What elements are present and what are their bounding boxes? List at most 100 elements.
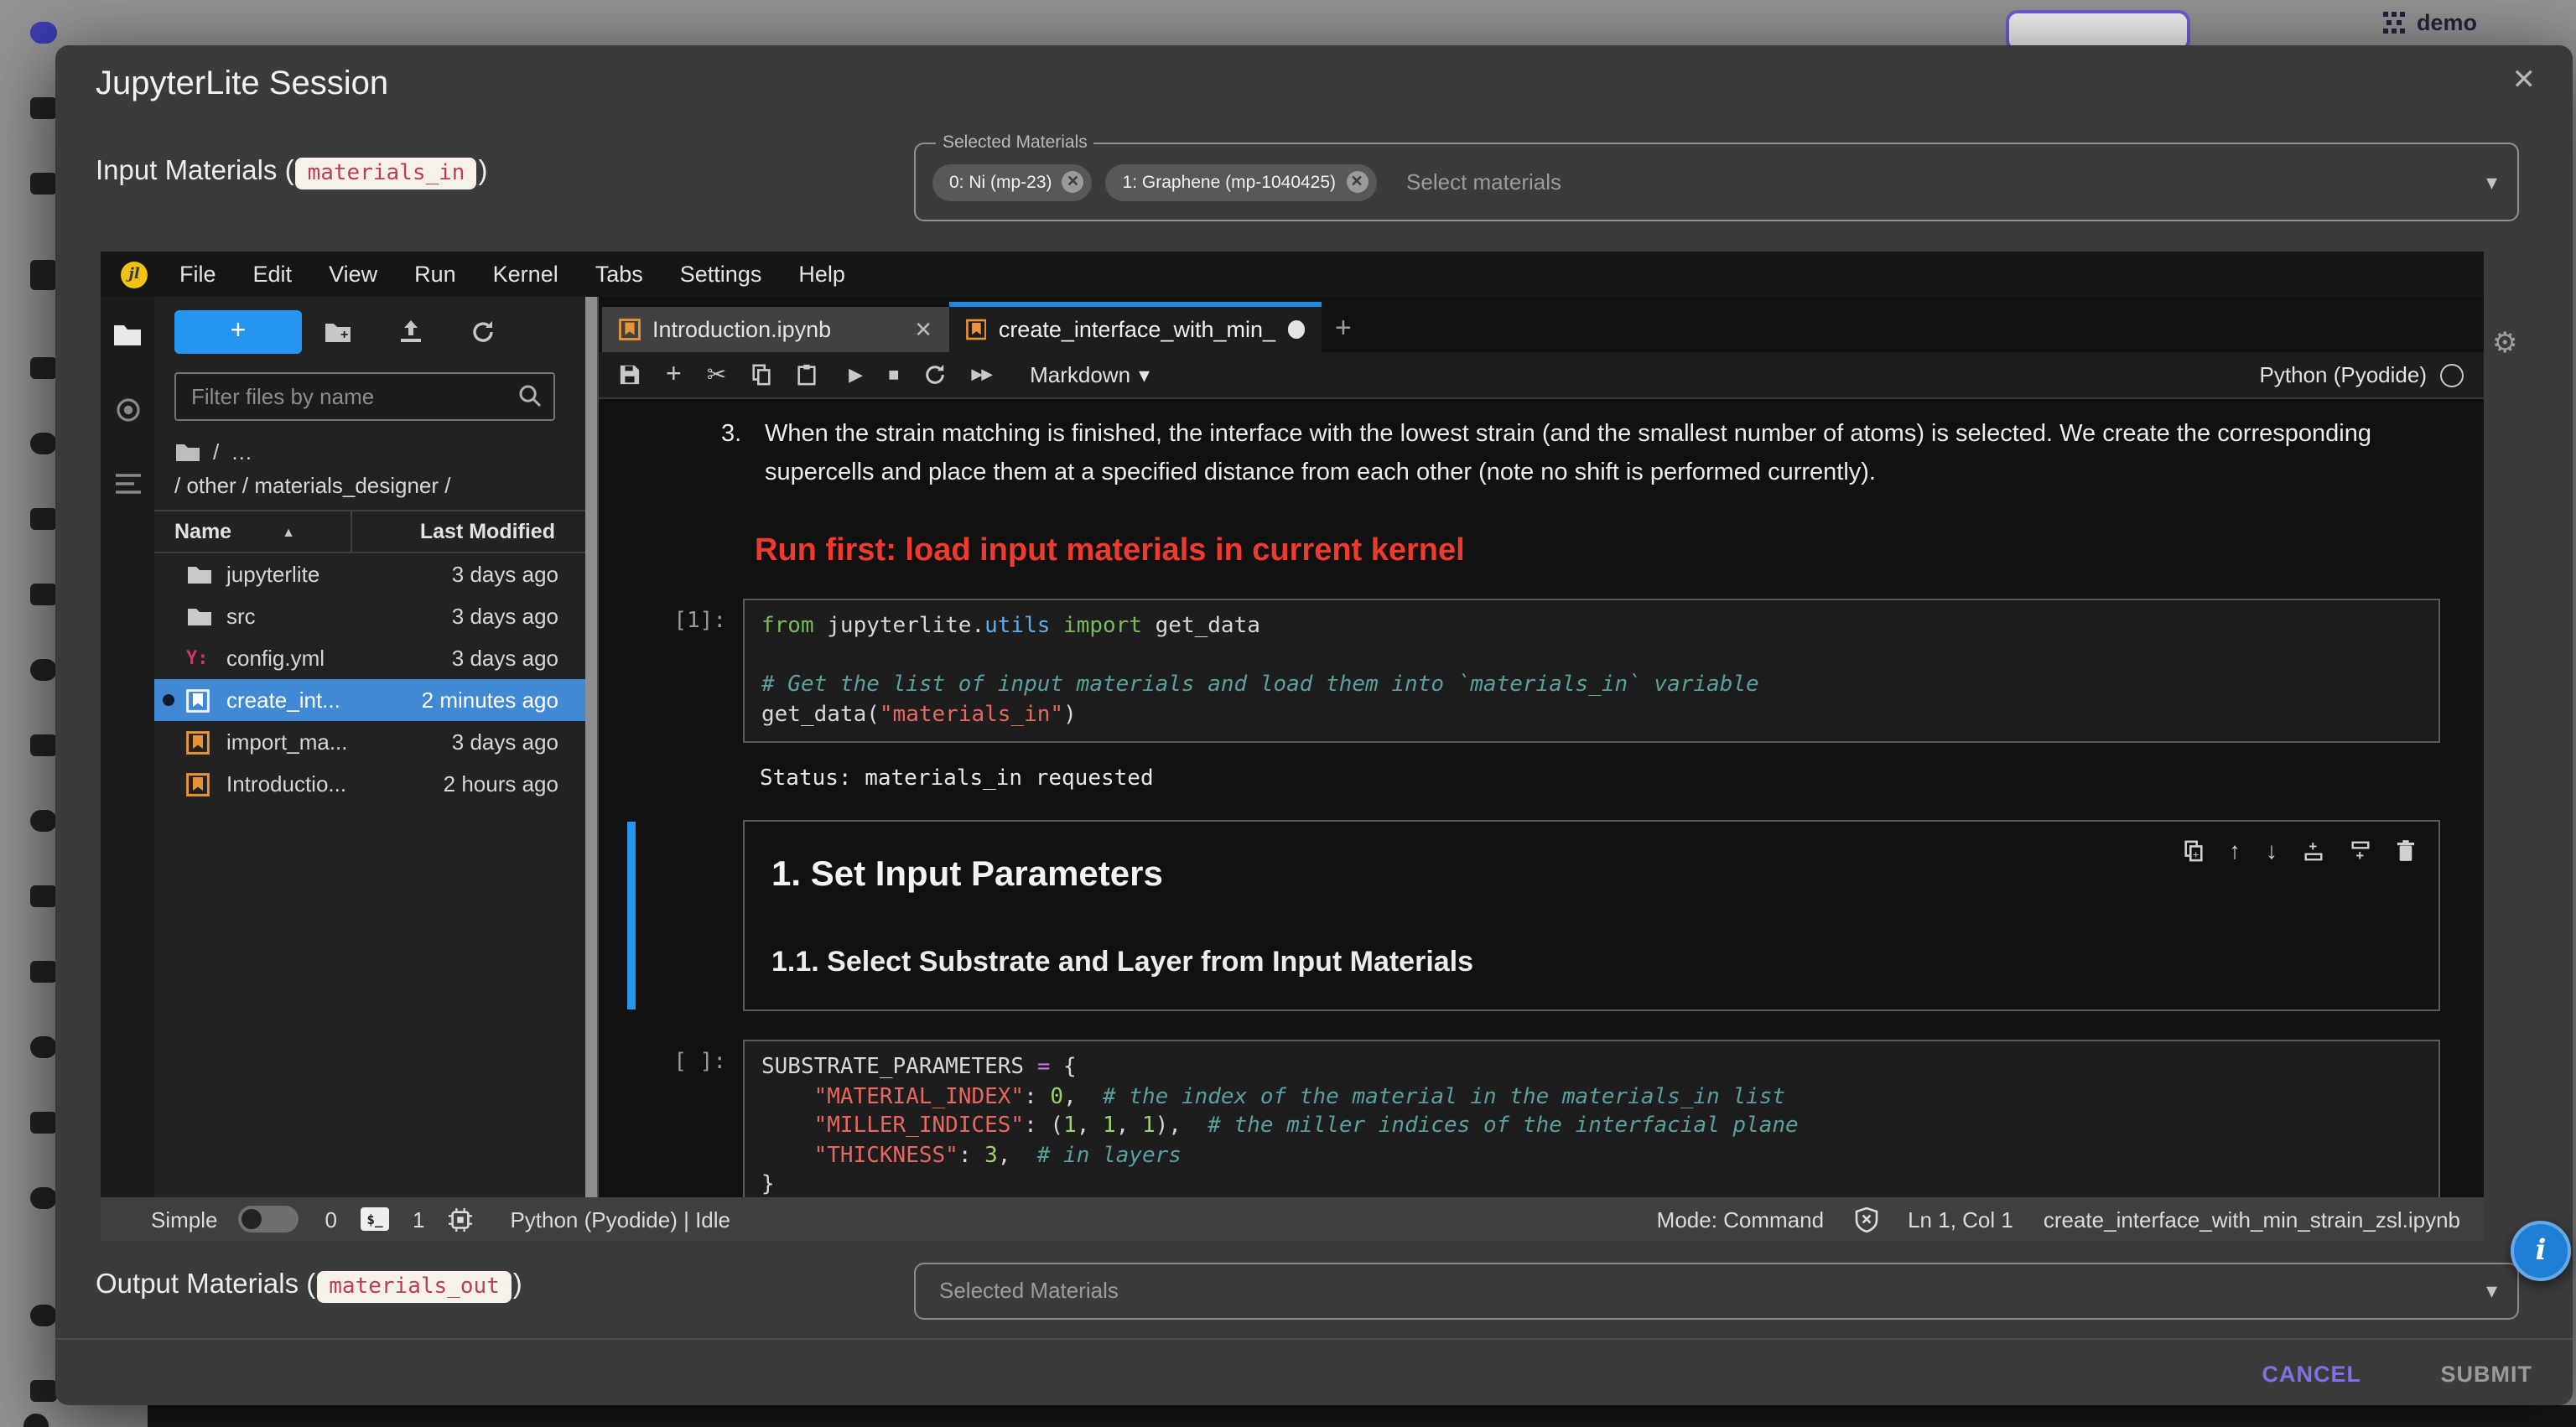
selected-materials-field[interactable]: Selected Materials 0: Ni (mp-23) ✕ 1: Gr… (914, 143, 2519, 221)
filter-files-input[interactable] (176, 374, 553, 419)
restart-kernel-icon[interactable] (924, 364, 946, 386)
cell-selection-bar[interactable] (627, 822, 636, 1009)
tab-bar: Introduction.ipynb ✕ create_interface_wi… (599, 297, 2484, 352)
menu-item-settings[interactable]: Settings (662, 262, 781, 287)
code-editor[interactable]: from jupyterlite.utils import get_data #… (743, 599, 2440, 743)
notebook-toolbar: + ✂ ▶ ■ ▶▶ Markdown ▾ (599, 352, 2484, 399)
notebook-file-icon (186, 688, 213, 712)
run-cell-icon[interactable]: ▶ (849, 364, 863, 386)
app-rail-icon (30, 22, 57, 44)
refresh-icon[interactable] (446, 320, 518, 344)
unsaved-dot-icon (163, 694, 174, 706)
paste-cells-icon[interactable] (797, 364, 817, 386)
kernel-name: Python (Pyodide) (2260, 362, 2427, 387)
section-heading-1: 1. Set Input Parameters (771, 855, 2412, 895)
breadcrumb-root[interactable]: / (213, 439, 219, 464)
menu-item-run[interactable]: Run (396, 262, 475, 287)
info-button[interactable]: i (2511, 1221, 2571, 1281)
stop-kernel-icon[interactable]: ■ (888, 365, 899, 385)
home-folder-icon[interactable] (174, 442, 201, 462)
kernel-chip-icon[interactable] (448, 1206, 473, 1232)
red-heading[interactable]: Run first: load input materials in curre… (755, 533, 2484, 570)
copy-cells-icon[interactable] (751, 364, 771, 386)
restart-run-all-icon[interactable]: ▶▶ (971, 366, 991, 384)
tab-label: create_interface_with_min_ (999, 317, 1275, 342)
file-name: config.yml (226, 646, 325, 671)
cancel-button[interactable]: CANCEL (2262, 1362, 2362, 1387)
file-row[interactable]: import_ma... 3 days ago (154, 721, 585, 763)
cursor-position[interactable]: Ln 1, Col 1 (1908, 1206, 2013, 1232)
menu-item-edit[interactable]: Edit (235, 262, 311, 287)
new-launcher-button[interactable]: + (174, 310, 302, 354)
move-cell-up-icon[interactable]: ↑ (2229, 837, 2241, 864)
new-tab-icon[interactable]: + (1322, 312, 1365, 352)
breadcrumb-ellipsis[interactable]: … (231, 439, 252, 464)
cell-type-dropdown[interactable]: Markdown ▾ (1030, 361, 1150, 388)
table-of-contents-icon[interactable] (115, 473, 140, 495)
tab-create-interface-active[interactable]: create_interface_with_min_ (949, 302, 1322, 352)
mode-indicator[interactable]: Mode: Command (1657, 1206, 1824, 1232)
section-heading-2: 1.1. Select Substrate and Layer from Inp… (771, 946, 2412, 979)
column-name[interactable]: Name (154, 520, 231, 543)
settings-gear-icon[interactable]: ⚙ (2492, 327, 2518, 361)
file-row[interactable]: jupyterlite 3 days ago (154, 553, 585, 595)
kernel-status-text[interactable]: Python (Pyodide) | Idle (510, 1206, 730, 1232)
selected-materials-chips: 0: Ni (mp-23) ✕ 1: Graphene (mp-1040425)… (932, 144, 1561, 220)
menu-item-tabs[interactable]: Tabs (577, 262, 662, 287)
statusbar-filename: create_interface_with_min_strain_zsl.ipy… (2044, 1206, 2460, 1232)
cell-prompt: [ ]: (599, 1040, 743, 1197)
menu-item-help[interactable]: Help (780, 262, 864, 287)
simple-mode-toggle[interactable] (238, 1206, 299, 1232)
filter-files-box[interactable] (174, 372, 555, 421)
insert-cell-above-icon[interactable]: + (2303, 839, 2324, 861)
cut-cells-icon[interactable]: ✂ (707, 361, 726, 389)
code-cell-1: [1]: from jupyterlite.utils import get_d… (599, 599, 2484, 743)
menu-item-view[interactable]: View (310, 262, 396, 287)
file-row[interactable]: Y: config.yml 3 days ago (154, 637, 585, 679)
output-materials-dropdown[interactable]: Selected Materials ▾ (914, 1263, 2519, 1320)
move-cell-down-icon[interactable]: ↓ (2266, 837, 2277, 864)
file-browser-icon[interactable] (112, 324, 143, 347)
tab-close-icon[interactable]: ✕ (914, 316, 932, 343)
file-browser-scrollbar[interactable] (585, 297, 597, 1197)
file-list-header: Name ▲ Last Modified (154, 510, 585, 553)
running-sessions-icon[interactable] (115, 397, 140, 423)
insert-cell-icon[interactable]: + (666, 360, 682, 390)
new-folder-icon[interactable]: + (302, 321, 374, 343)
terminal-icon[interactable]: $_ (361, 1207, 389, 1231)
markdown-cell-body[interactable]: + ↑ ↓ + + 1. (743, 820, 2440, 1011)
breadcrumb-path[interactable]: / other / materials_designer / (174, 473, 597, 498)
file-row[interactable]: src 3 days ago (154, 595, 585, 637)
list-text: When the strain matching is finished, th… (765, 416, 2440, 493)
sort-asc-icon[interactable]: ▲ (282, 524, 295, 539)
close-icon[interactable]: ✕ (2512, 64, 2537, 97)
trust-shield-icon[interactable] (1854, 1206, 1877, 1232)
delete-cell-icon[interactable] (2397, 839, 2415, 861)
kernel-selector[interactable]: Python (Pyodide) (2260, 362, 2464, 387)
menu-item-file[interactable]: File (161, 262, 235, 287)
app-rail-icon (30, 508, 57, 530)
code-editor[interactable]: SUBSTRATE_PARAMETERS = { "MATERIAL_INDEX… (743, 1040, 2440, 1197)
save-icon[interactable] (619, 364, 641, 386)
chip-delete-icon[interactable]: ✕ (1062, 171, 1084, 193)
chip-delete-icon[interactable]: ✕ (1346, 171, 1368, 193)
file-row-selected[interactable]: create_int... 2 minutes ago (154, 679, 585, 721)
tab-introduction[interactable]: Introduction.ipynb ✕ (602, 307, 949, 352)
markdown-cell-selected: + ↑ ↓ + + 1. (599, 820, 2484, 1011)
duplicate-cell-icon[interactable]: + (2184, 839, 2204, 861)
upload-icon[interactable] (374, 320, 446, 344)
column-last-modified[interactable]: Last Modified (295, 520, 585, 543)
file-row[interactable]: Introductio... 2 hours ago (154, 763, 585, 805)
insert-cell-below-icon[interactable]: + (2350, 839, 2371, 861)
material-chip[interactable]: 0: Ni (mp-23) ✕ (932, 163, 1093, 200)
submit-button[interactable]: SUBMIT (2441, 1362, 2533, 1387)
chevron-down-icon[interactable]: ▾ (2486, 169, 2497, 195)
markdown-list-item[interactable]: 3. When the strain matching is finished,… (721, 416, 2440, 493)
file-name: src (226, 604, 256, 629)
material-chip[interactable]: 1: Graphene (mp-1040425) ✕ (1106, 163, 1377, 200)
material-chip-label: 0: Ni (mp-23) (949, 172, 1052, 192)
app-rail-icon (30, 1036, 57, 1058)
folder-icon (186, 606, 213, 626)
material-chip-label: 1: Graphene (mp-1040425) (1123, 172, 1337, 192)
menu-item-kernel[interactable]: Kernel (475, 262, 577, 287)
